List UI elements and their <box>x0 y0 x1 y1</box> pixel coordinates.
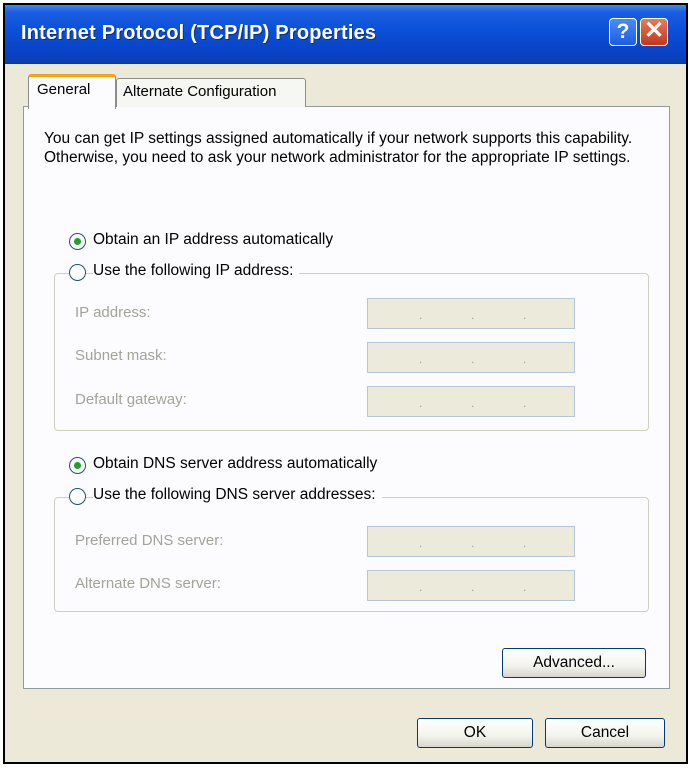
cancel-button[interactable]: Cancel <box>545 718 665 748</box>
default-gateway-label: Default gateway: <box>75 391 187 408</box>
ip-manual-label: Use the following IP address: <box>93 262 300 280</box>
description-text: You can get IP settings assigned automat… <box>44 130 633 166</box>
window-title: Internet Protocol (TCP/IP) Properties <box>21 22 377 44</box>
dns-manual-radio[interactable] <box>69 488 86 505</box>
alternate-dns-label: Alternate DNS server: <box>75 575 221 592</box>
general-tab-panel: You can get IP settings assigned automat… <box>23 106 670 689</box>
tab-alternate-configuration[interactable]: Alternate Configuration <box>116 78 306 107</box>
question-mark-icon: ? <box>616 20 630 43</box>
subnet-mask-label: Subnet mask: <box>75 347 167 364</box>
advanced-button[interactable]: Advanced... <box>502 648 646 678</box>
close-button[interactable]: ✕ <box>640 18 668 46</box>
ip-address-field: ... <box>367 298 575 329</box>
subnet-mask-field: ... <box>367 342 575 373</box>
close-icon: ✕ <box>643 17 665 44</box>
preferred-dns-field: ... <box>367 526 575 557</box>
ip-manual-radio[interactable] <box>69 264 86 281</box>
default-gateway-field: ... <box>367 386 575 417</box>
ip-auto-label: Obtain an IP address automatically <box>93 231 334 248</box>
tab-general[interactable]: General <box>28 74 116 109</box>
dns-manual-label: Use the following DNS server addresses: <box>93 486 382 504</box>
dns-auto-label: Obtain DNS server address automatically <box>93 455 378 472</box>
title-bar[interactable]: Internet Protocol (TCP/IP) Properties ? … <box>5 5 686 64</box>
ip-address-label: IP address: <box>75 304 151 321</box>
dns-auto-radio[interactable] <box>69 457 86 474</box>
dialog-window: Internet Protocol (TCP/IP) Properties ? … <box>3 3 688 764</box>
ip-auto-radio[interactable] <box>69 233 86 250</box>
preferred-dns-label: Preferred DNS server: <box>75 532 224 549</box>
alternate-dns-field: ... <box>367 570 575 601</box>
ok-button[interactable]: OK <box>417 718 533 748</box>
help-button[interactable]: ? <box>609 18 637 46</box>
